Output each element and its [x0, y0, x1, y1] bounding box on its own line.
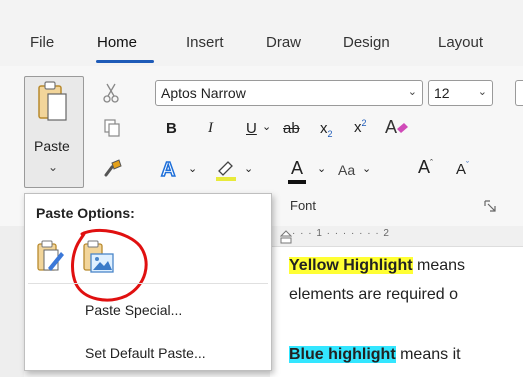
blue-highlight-text: Blue highlight	[289, 346, 396, 363]
font-size-combo[interactable]: 12 ⌄	[428, 80, 493, 106]
chevron-down-icon[interactable]: ⌄	[362, 162, 371, 175]
chevron-down-icon[interactable]: ⌄	[478, 85, 487, 98]
indent-marker-icon[interactable]	[280, 230, 292, 244]
chevron-down-icon[interactable]: ⌄	[244, 162, 253, 175]
doc-line-1: Yellow Highlight means	[289, 257, 465, 275]
menu-home[interactable]: Home	[97, 34, 137, 51]
grow-font-label: A	[418, 157, 431, 177]
copy-icon[interactable]	[103, 118, 121, 138]
bold-button[interactable]: B	[166, 120, 177, 137]
chevron-down-icon[interactable]: ⌄	[408, 85, 417, 98]
doc-line-2: elements are required o	[289, 286, 458, 303]
svg-text:A: A	[161, 159, 175, 180]
cut-icon[interactable]	[103, 82, 119, 104]
font-name-combo[interactable]: Aptos Narrow ⌄	[155, 80, 423, 106]
underline-button[interactable]: U	[246, 120, 257, 137]
menu-draw[interactable]: Draw	[266, 34, 301, 51]
clear-formatting-icon[interactable]: A	[384, 115, 410, 139]
font-group-label: Font	[290, 198, 317, 213]
svg-text:A: A	[385, 117, 397, 137]
styles-gallery-edge	[515, 80, 523, 106]
menu-layout[interactable]: Layout	[438, 34, 483, 51]
paste-label: Paste	[34, 138, 70, 154]
shrink-font-button[interactable]: Aˇ	[456, 160, 469, 178]
menu-design[interactable]: Design	[343, 34, 390, 51]
doc-line-1-rest: means	[412, 257, 466, 274]
menu-separator	[28, 283, 268, 284]
subscript-button[interactable]: x2	[320, 120, 333, 139]
font-color-button[interactable]: A	[291, 158, 303, 179]
font-size-value: 12	[434, 85, 450, 101]
chevron-down-icon[interactable]: ⌄	[48, 160, 58, 174]
chevron-down-icon[interactable]: ⌄	[317, 162, 326, 175]
superscript-button[interactable]: x2	[354, 118, 367, 136]
subscript-label: x	[320, 120, 328, 137]
red-annotation-circle	[71, 228, 148, 302]
chevron-down-icon[interactable]: ⌄	[262, 120, 271, 133]
format-painter-icon[interactable]	[103, 158, 123, 178]
change-case-button[interactable]: Aa	[338, 162, 355, 178]
ruler-ticks: · · · 1 · · · · · · · 2	[292, 228, 390, 239]
grow-font-button[interactable]: Aˆ	[418, 157, 433, 178]
font-color-swatch	[288, 180, 306, 184]
paste-icon	[38, 81, 67, 121]
chevron-down-icon[interactable]: ⌄	[188, 162, 197, 175]
doc-line-3-rest: means it	[395, 346, 461, 363]
dialog-launcher-icon[interactable]	[484, 200, 496, 212]
paste-special-item[interactable]: Paste Special...	[85, 302, 182, 318]
shrink-font-label: A	[456, 161, 467, 178]
doc-line-3: Blue highlight means it	[289, 346, 461, 364]
text-effects-icon[interactable]: A	[160, 158, 182, 180]
keep-source-formatting-icon[interactable]	[36, 240, 66, 274]
highlighter-icon[interactable]	[214, 157, 238, 181]
paste-options-title: Paste Options:	[36, 205, 135, 221]
active-tab-indicator	[96, 60, 154, 63]
strikethrough-button[interactable]: ab	[283, 120, 300, 137]
yellow-highlight-text: Yellow Highlight	[289, 257, 413, 274]
set-default-paste-item[interactable]: Set Default Paste...	[85, 345, 206, 361]
font-name-value: Aptos Narrow	[161, 85, 246, 101]
italic-button[interactable]: I	[208, 120, 213, 137]
menu-file[interactable]: File	[30, 34, 54, 51]
superscript-label: x	[354, 119, 362, 136]
left-ruler	[0, 226, 24, 377]
menu-insert[interactable]: Insert	[186, 34, 224, 51]
